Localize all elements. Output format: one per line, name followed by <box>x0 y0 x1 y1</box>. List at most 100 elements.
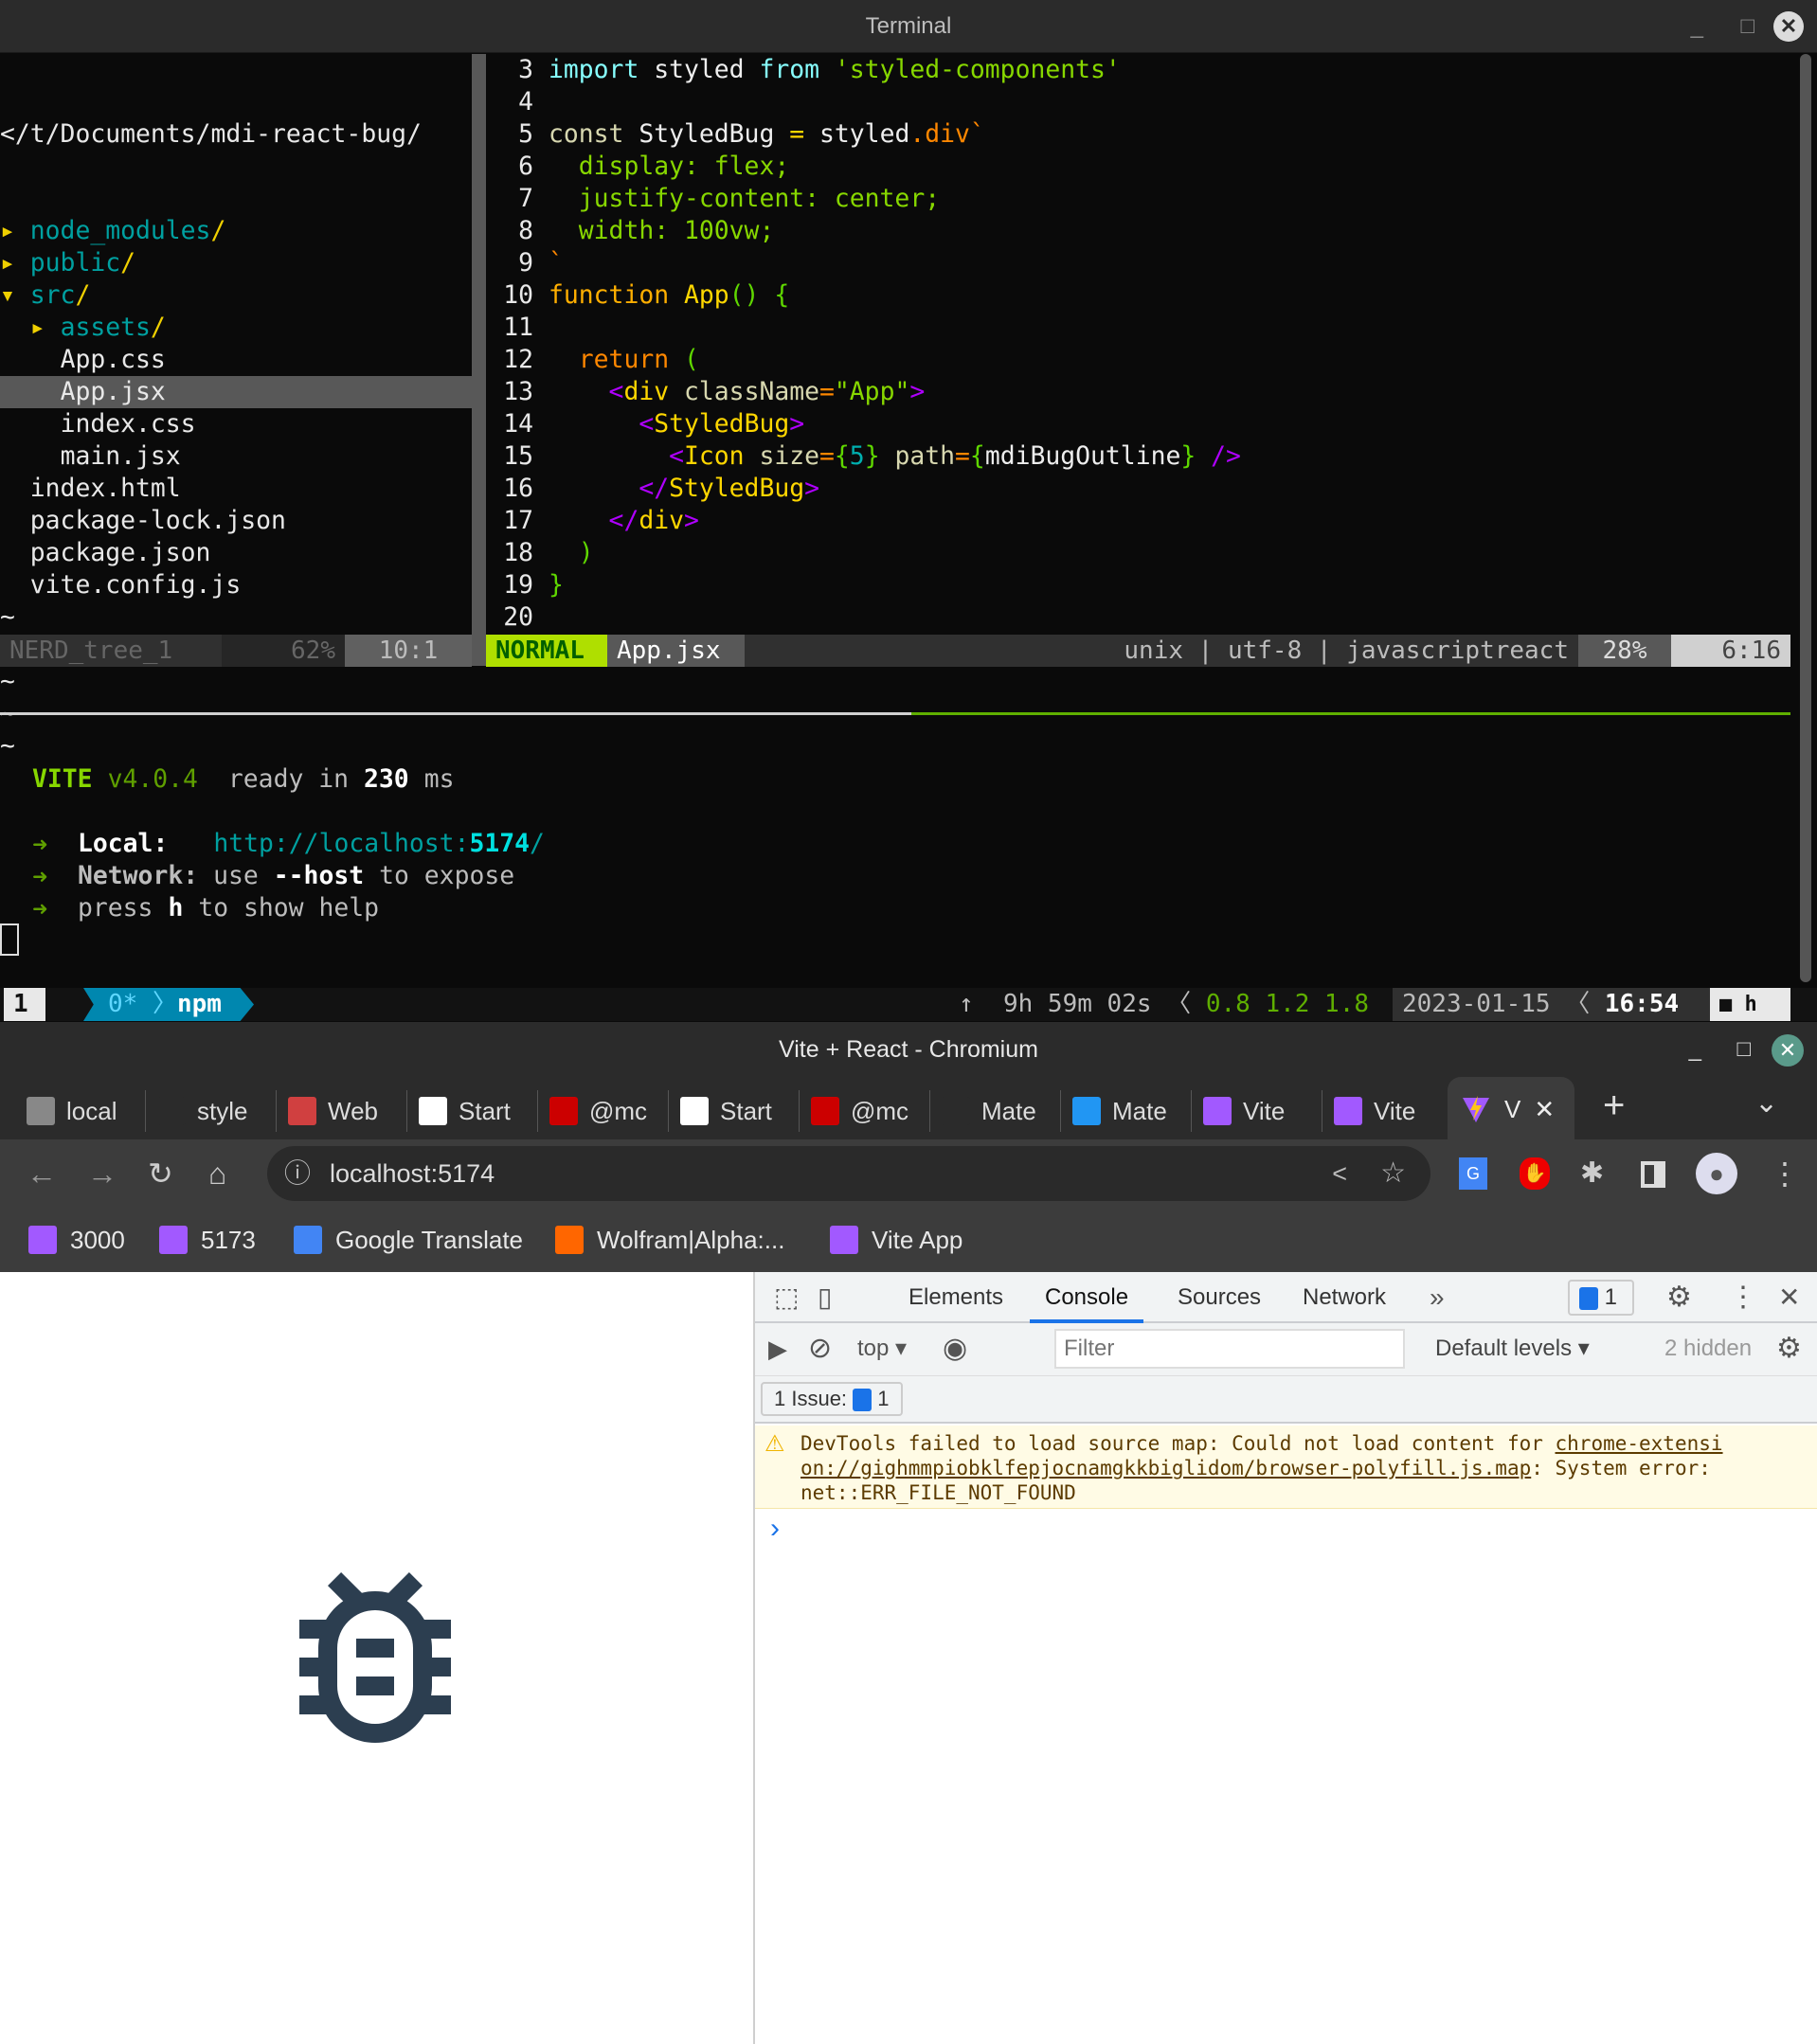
tab-item[interactable]: @mc <box>800 1090 930 1132</box>
nerdtree-item[interactable]: package.json <box>0 537 472 569</box>
forward-icon[interactable]: → <box>87 1139 117 1208</box>
tab-item[interactable]: Start <box>407 1090 538 1132</box>
bookmark-item[interactable]: Wolfram|Alpha:... <box>555 1208 784 1272</box>
tab-item[interactable]: local <box>15 1090 146 1132</box>
tab-sources[interactable]: Sources <box>1178 1272 1261 1323</box>
live-expression-eye-icon[interactable]: ◉ <box>943 1323 967 1374</box>
code-line[interactable]: 17 </div> <box>486 505 1793 537</box>
code-line[interactable]: 19} <box>486 569 1793 601</box>
code-line[interactable]: 8 width: 100vw; <box>486 215 1793 247</box>
nerdtree-item[interactable]: ▸ assets/ <box>0 312 472 344</box>
code-line[interactable]: 3 import styled from 'styled-components' <box>486 54 1793 86</box>
nerdtree-item[interactable]: ▸ public/ <box>0 247 472 279</box>
tab-search-button[interactable]: ⌄ <box>1754 1086 1778 1120</box>
nerdtree-root[interactable]: </t/Documents/mdi-react-bug/ <box>0 118 472 151</box>
star-icon[interactable]: ☆ <box>1380 1146 1406 1201</box>
issues-button[interactable]: 1 Issue: 1 <box>761 1382 903 1416</box>
nerdtree-item[interactable]: index.html <box>0 473 472 505</box>
share-icon[interactable]: < <box>1332 1146 1347 1201</box>
bookmark-item[interactable]: Google Translate <box>294 1208 523 1272</box>
code-line[interactable]: 15 <Icon size={5} path={mdiBugOutline} /… <box>486 440 1793 473</box>
console-prompt[interactable]: › <box>770 1513 780 1545</box>
code-line[interactable]: 16 </StyledBug> <box>486 473 1793 505</box>
more-options-icon[interactable]: ⋮ <box>1729 1272 1757 1323</box>
tab-close-icon[interactable]: ✕ <box>1534 1095 1555 1124</box>
code-line[interactable]: 14 <StyledBug> <box>486 408 1793 440</box>
code-line[interactable]: 7 justify-content: center; <box>486 183 1793 215</box>
nerdtree-item[interactable]: package-lock.json <box>0 505 472 537</box>
maximize-button[interactable]: □ <box>1741 0 1755 53</box>
tab-console[interactable]: Console <box>1030 1272 1144 1323</box>
tab-network[interactable]: Network <box>1303 1272 1386 1323</box>
filter-input[interactable] <box>1054 1329 1405 1369</box>
tab-item[interactable]: @mc <box>538 1090 669 1132</box>
menu-icon[interactable]: ⋮ <box>1770 1139 1800 1208</box>
bookmark-item[interactable]: 5173 <box>159 1208 256 1272</box>
terminal-scrollbar[interactable] <box>1800 54 1811 982</box>
nerdtree-item[interactable]: App.css <box>0 344 472 376</box>
settings-icon[interactable]: ⚙ <box>1666 1272 1692 1323</box>
bookmark-item[interactable]: 3000 <box>28 1208 125 1272</box>
device-toolbar-icon[interactable]: ▯ <box>818 1272 832 1323</box>
nerdtree-item[interactable]: ▾ src/ <box>0 279 472 312</box>
local-url-suffix[interactable]: / <box>530 828 545 860</box>
source-map-link[interactable]: chrome-extensi <box>1556 1432 1723 1455</box>
info-icon[interactable]: ⓘ <box>284 1146 311 1201</box>
reload-icon[interactable]: ↻ <box>148 1139 173 1208</box>
tab-item[interactable]: Start <box>669 1090 800 1132</box>
context-selector[interactable]: top ▾ <box>857 1323 907 1374</box>
nerdtree-item[interactable]: App.jsx <box>0 376 472 408</box>
code-line[interactable]: 4 <box>486 86 1793 118</box>
nerdtree-item[interactable]: main.jsx <box>0 440 472 473</box>
new-tab-button[interactable]: + <box>1603 1085 1625 1127</box>
clear-console-icon[interactable]: ⊘ <box>808 1323 832 1374</box>
maximize-button[interactable]: □ <box>1737 1022 1752 1077</box>
code-line[interactable]: 11 <box>486 312 1793 344</box>
code-line[interactable]: 5 const StyledBug = styled.div` <box>486 118 1793 151</box>
tab-elements[interactable]: Elements <box>908 1272 1003 1323</box>
local-url-port[interactable]: 5174 <box>469 828 530 860</box>
tab-active[interactable]: V ✕ <box>1448 1077 1574 1141</box>
address-bar[interactable]: ⓘ localhost:5174 < ☆ <box>267 1146 1430 1201</box>
code-line[interactable]: 10 function App() { <box>486 279 1793 312</box>
code-line[interactable]: 6 display: flex; <box>486 151 1793 183</box>
extensions-icon[interactable]: ✱ <box>1580 1139 1604 1208</box>
tmux-window[interactable]: 0* 〉npm <box>83 988 254 1021</box>
code-line[interactable]: 18 ) <box>486 537 1793 569</box>
code-line[interactable]: 13 <div className="App"> <box>486 376 1793 408</box>
code-editor[interactable]: 3 import styled from 'styled-components' 4… <box>486 54 1793 634</box>
nerdtree-item[interactable]: vite.config.js <box>0 569 472 601</box>
minimize-button[interactable]: _ <box>1689 1022 1701 1077</box>
tab-item[interactable]: Mate <box>1061 1090 1192 1132</box>
back-icon[interactable]: ← <box>27 1139 57 1208</box>
nerdtree-item[interactable]: ▸ node_modules/ <box>0 215 472 247</box>
adblock-extension-icon[interactable]: ✋ <box>1520 1157 1550 1190</box>
close-button[interactable]: ✕ <box>1772 1034 1804 1067</box>
split-divider[interactable] <box>472 54 486 666</box>
log-levels-dropdown[interactable]: Default levels ▾ <box>1435 1323 1590 1374</box>
issues-badge-button[interactable]: 1 <box>1568 1280 1634 1316</box>
code-line[interactable]: 20 <box>486 601 1793 634</box>
minimize-button[interactable]: _ <box>1691 0 1703 53</box>
code-line[interactable]: 9 ` <box>486 247 1793 279</box>
local-url-prefix[interactable]: http://localhost: <box>213 828 469 860</box>
tab-item[interactable]: Vite <box>1192 1090 1322 1132</box>
tab-item[interactable]: Web <box>277 1090 407 1132</box>
close-button[interactable]: ✕ <box>1773 11 1804 42</box>
console-settings-icon[interactable]: ⚙ <box>1776 1323 1802 1374</box>
close-devtools-icon[interactable]: ✕ <box>1778 1272 1800 1323</box>
bookmark-item[interactable]: Vite App <box>830 1208 962 1272</box>
profile-avatar[interactable]: ● <box>1696 1153 1737 1194</box>
sidebar-toggle-icon[interactable]: ▶ <box>768 1323 787 1374</box>
side-panel-icon[interactable] <box>1641 1161 1665 1188</box>
home-icon[interactable]: ⌂ <box>208 1139 226 1208</box>
source-map-link-cont[interactable]: on://gighmmpiobklfepjocnamgkkbiglidom/br… <box>801 1457 1531 1479</box>
tab-item[interactable]: Mate <box>930 1090 1061 1132</box>
code-line[interactable]: 12 return ( <box>486 344 1793 376</box>
inspect-element-icon[interactable]: ⬚ <box>774 1272 799 1323</box>
google-translate-extension-icon[interactable]: G <box>1459 1157 1487 1190</box>
nerdtree-item[interactable]: index.css <box>0 408 472 440</box>
tab-item[interactable]: style <box>146 1090 277 1132</box>
more-tabs-button[interactable]: » <box>1430 1272 1445 1323</box>
tab-item[interactable]: Vite <box>1322 1090 1453 1132</box>
